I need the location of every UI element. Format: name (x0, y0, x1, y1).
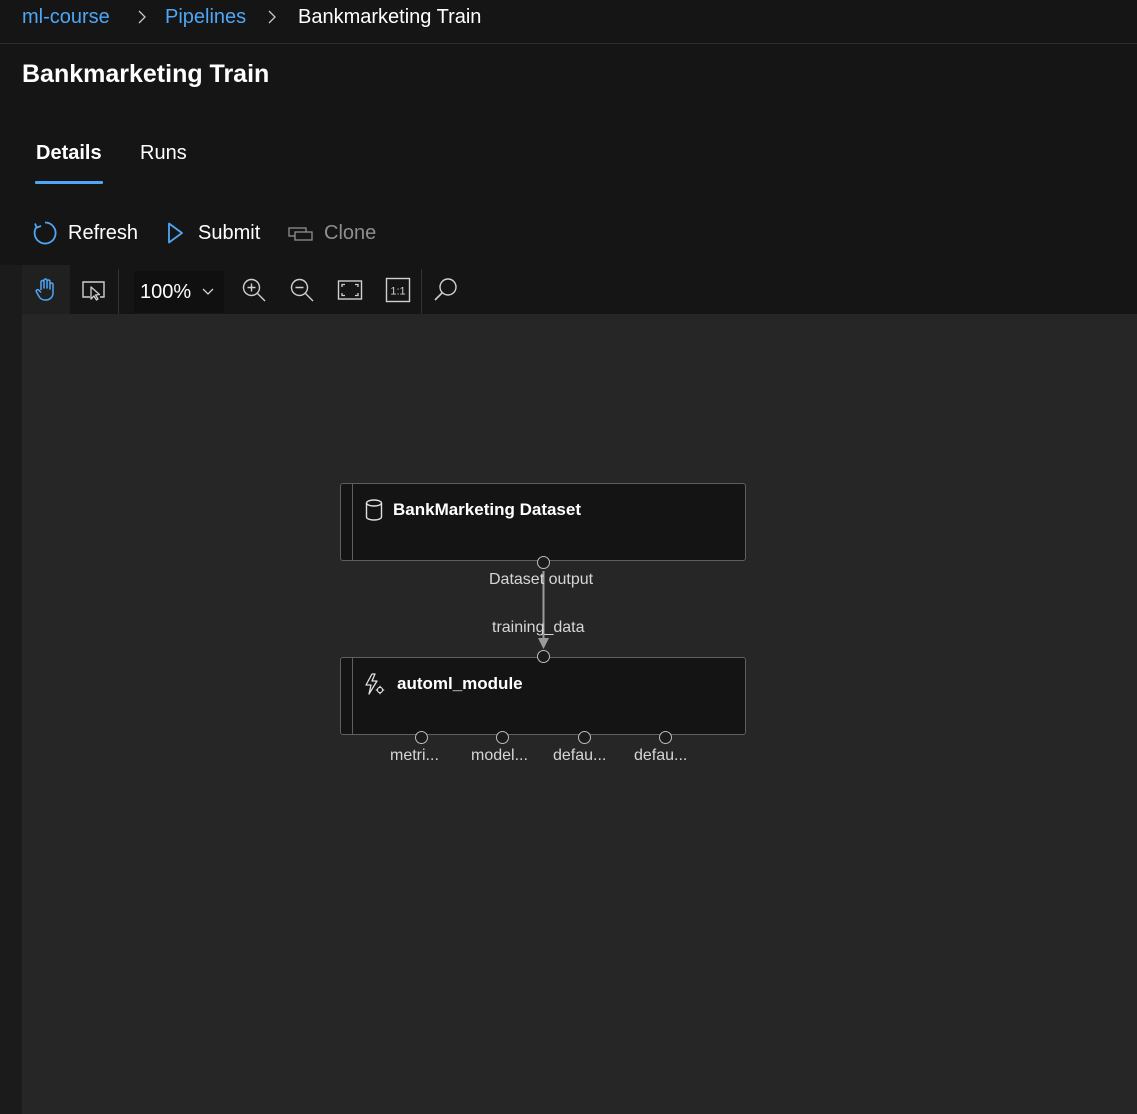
output-port[interactable] (578, 731, 591, 744)
refresh-icon (32, 220, 58, 246)
chevron-right-icon (268, 10, 276, 24)
clone-label: Clone (324, 221, 377, 244)
tab-runs[interactable]: Runs (140, 142, 187, 165)
pipeline-node-automl[interactable]: automl_module (340, 657, 746, 735)
clone-button[interactable]: Clone (288, 218, 376, 248)
chevron-right-icon (138, 10, 146, 24)
automl-icon (365, 673, 385, 695)
submit-button[interactable]: Submit (162, 218, 260, 248)
pipeline-node-dataset[interactable]: BankMarketing Dataset (340, 483, 746, 561)
output-port-label: metri... (390, 747, 439, 764)
output-port-label: defau... (634, 747, 688, 764)
pipeline-canvas[interactable]: 100% 1:1 BankMarketing Dataset Dataset o… (22, 265, 1137, 1114)
input-port[interactable] (537, 650, 550, 663)
output-port-label: defau... (553, 747, 607, 764)
input-port-label: training_data (492, 619, 585, 636)
node-title: automl_module (397, 674, 523, 693)
refresh-button[interactable]: Refresh (32, 218, 138, 248)
edge-arrowhead (538, 638, 549, 649)
node-title: BankMarketing Dataset (393, 500, 582, 519)
breadcrumb: ml-course Pipelines Bankmarketing Train (0, 0, 1137, 44)
output-port[interactable] (415, 731, 428, 744)
database-icon (365, 499, 383, 521)
tab-active-indicator (35, 181, 103, 184)
play-icon (162, 220, 188, 246)
breadcrumb-pipelines-link[interactable]: Pipelines (165, 6, 246, 29)
tab-details[interactable]: Details (36, 142, 102, 165)
node-stripe (352, 658, 353, 734)
output-port-label: model... (471, 747, 528, 764)
breadcrumb-workspace-link[interactable]: ml-course (22, 6, 110, 29)
output-port[interactable] (659, 731, 672, 744)
left-nav-strip (0, 265, 22, 1114)
breadcrumb-current: Bankmarketing Train (298, 6, 482, 28)
page-title: Bankmarketing Train (22, 60, 270, 88)
output-port[interactable] (537, 556, 550, 569)
refresh-label: Refresh (68, 221, 139, 244)
node-stripe (352, 484, 353, 560)
submit-label: Submit (198, 221, 261, 244)
output-port-label: Dataset output (489, 571, 594, 588)
clone-icon (288, 220, 314, 246)
output-port[interactable] (496, 731, 509, 744)
